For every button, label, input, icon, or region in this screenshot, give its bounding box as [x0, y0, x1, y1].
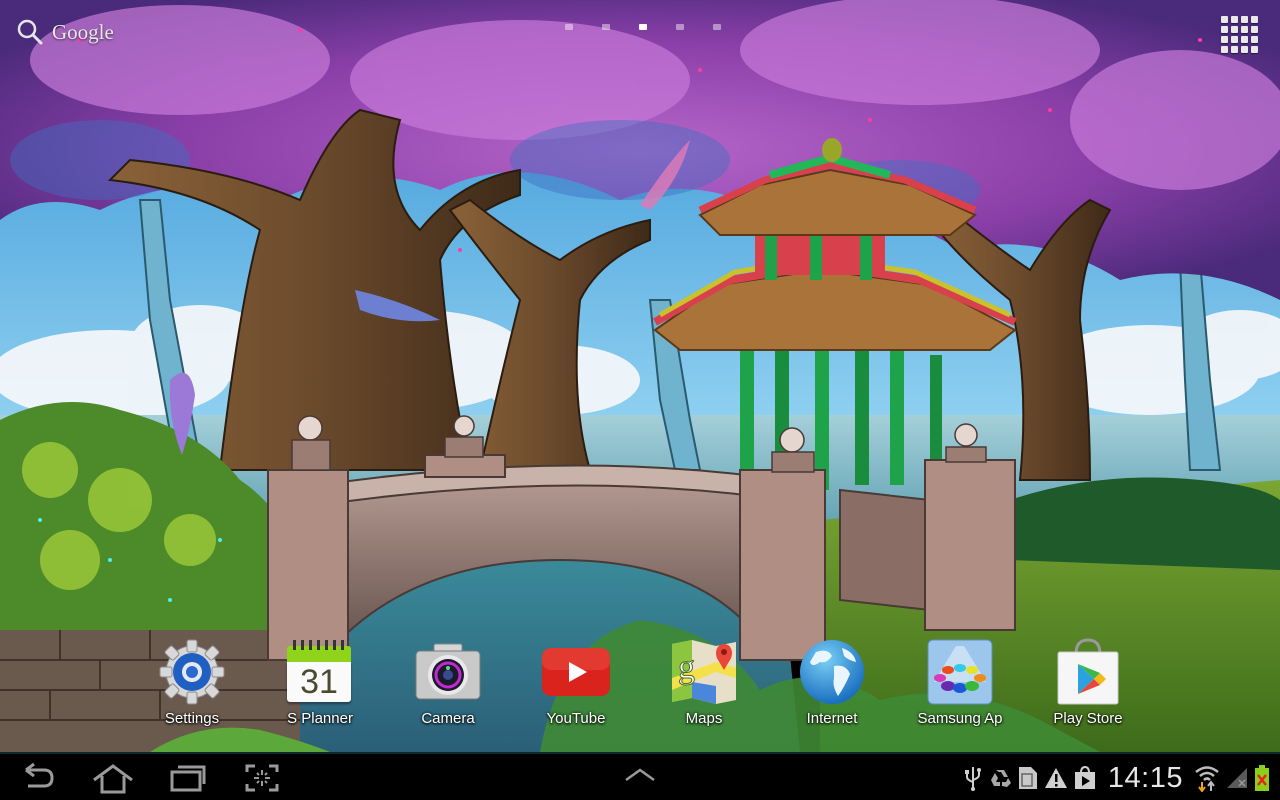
usb-icon	[964, 767, 981, 791]
app-label: YouTube	[546, 710, 606, 727]
samsung-apps-icon	[927, 639, 993, 705]
screenshot-capture-icon	[245, 764, 279, 792]
wifi-data-transfer-icon	[1195, 766, 1219, 792]
search-icon	[17, 19, 43, 45]
recent-apps-icon	[170, 765, 206, 792]
youtube-play-icon	[542, 648, 610, 696]
page-dot[interactable]	[713, 24, 721, 30]
app-play-store[interactable]: Play Store	[1033, 636, 1143, 732]
play-store-notification-icon	[1074, 765, 1095, 789]
apps-grid-cell	[1251, 16, 1258, 23]
app-settings[interactable]: Settings	[137, 636, 247, 732]
app-maps[interactable]: g Maps	[649, 636, 759, 732]
app-camera[interactable]: Camera	[393, 636, 503, 732]
google-search-widget[interactable]: Google	[16, 18, 114, 46]
recent-apps-button[interactable]	[170, 762, 206, 794]
app-label: Settings	[164, 710, 220, 727]
play-store-bag-icon	[1057, 638, 1119, 705]
google-search-label: Google	[52, 19, 114, 44]
back-icon	[25, 762, 54, 788]
apps-grid-cell	[1231, 46, 1238, 53]
calendar-day: 31	[287, 662, 351, 702]
home-button[interactable]	[92, 762, 134, 794]
apps-grid-cell	[1221, 16, 1228, 23]
page-dot[interactable]	[602, 24, 610, 30]
apps-grid-cell	[1231, 36, 1238, 43]
camera-icon	[415, 643, 481, 700]
maps-icon: g	[672, 640, 736, 704]
page-indicator	[565, 24, 721, 30]
apps-grid-cell	[1221, 26, 1228, 33]
back-button[interactable]	[20, 762, 56, 794]
app-label: Maps	[685, 710, 723, 727]
navigation-bar: 14:15	[0, 752, 1280, 800]
page-dot-active[interactable]	[639, 24, 647, 30]
sd-card-icon	[1018, 767, 1037, 789]
page-dot[interactable]	[565, 24, 573, 30]
chevron-up-icon	[625, 768, 655, 782]
apps-grid-cell	[1241, 36, 1248, 43]
apps-grid-cell	[1231, 26, 1238, 33]
apps-grid-cell	[1241, 16, 1248, 23]
home-icon	[93, 764, 133, 794]
screenshot-button[interactable]	[245, 762, 279, 794]
app-youtube[interactable]: YouTube	[521, 636, 631, 732]
apps-grid-cell	[1251, 46, 1258, 53]
apps-grid-cell	[1241, 26, 1248, 33]
apps-grid-cell	[1251, 26, 1258, 33]
app-label: Internet	[806, 710, 858, 727]
calendar-icon: 31	[287, 640, 351, 704]
apps-button[interactable]	[1219, 14, 1261, 56]
mini-apps-tray-button[interactable]	[622, 766, 658, 798]
app-samsung-apps[interactable]: Samsung Ap	[905, 636, 1015, 732]
clock: 14:15	[1107, 761, 1183, 794]
svg-text:g: g	[678, 649, 695, 686]
warning-icon	[1044, 768, 1067, 788]
apps-grid-cell	[1241, 46, 1248, 53]
page-dot[interactable]	[676, 24, 684, 30]
globe-icon	[800, 640, 864, 704]
app-internet[interactable]: Internet	[777, 636, 887, 732]
apps-grid-cell	[1221, 46, 1228, 53]
no-signal-icon	[1227, 768, 1247, 788]
app-label: Camera	[421, 710, 475, 727]
apps-grid-cell	[1251, 36, 1258, 43]
app-s-planner[interactable]: 31 S Planner	[265, 636, 375, 732]
apps-grid-cell	[1221, 36, 1228, 43]
apps-grid-cell	[1231, 16, 1238, 23]
settings-gear-icon	[159, 639, 225, 705]
app-label: Play Store	[1053, 710, 1123, 727]
recycle-icon	[990, 770, 1011, 787]
battery-charging-error-icon	[1255, 765, 1269, 791]
app-label: S Planner	[287, 710, 353, 727]
app-label: Samsung Ap	[917, 710, 1003, 727]
status-area[interactable]: 14:15	[963, 761, 1270, 795]
